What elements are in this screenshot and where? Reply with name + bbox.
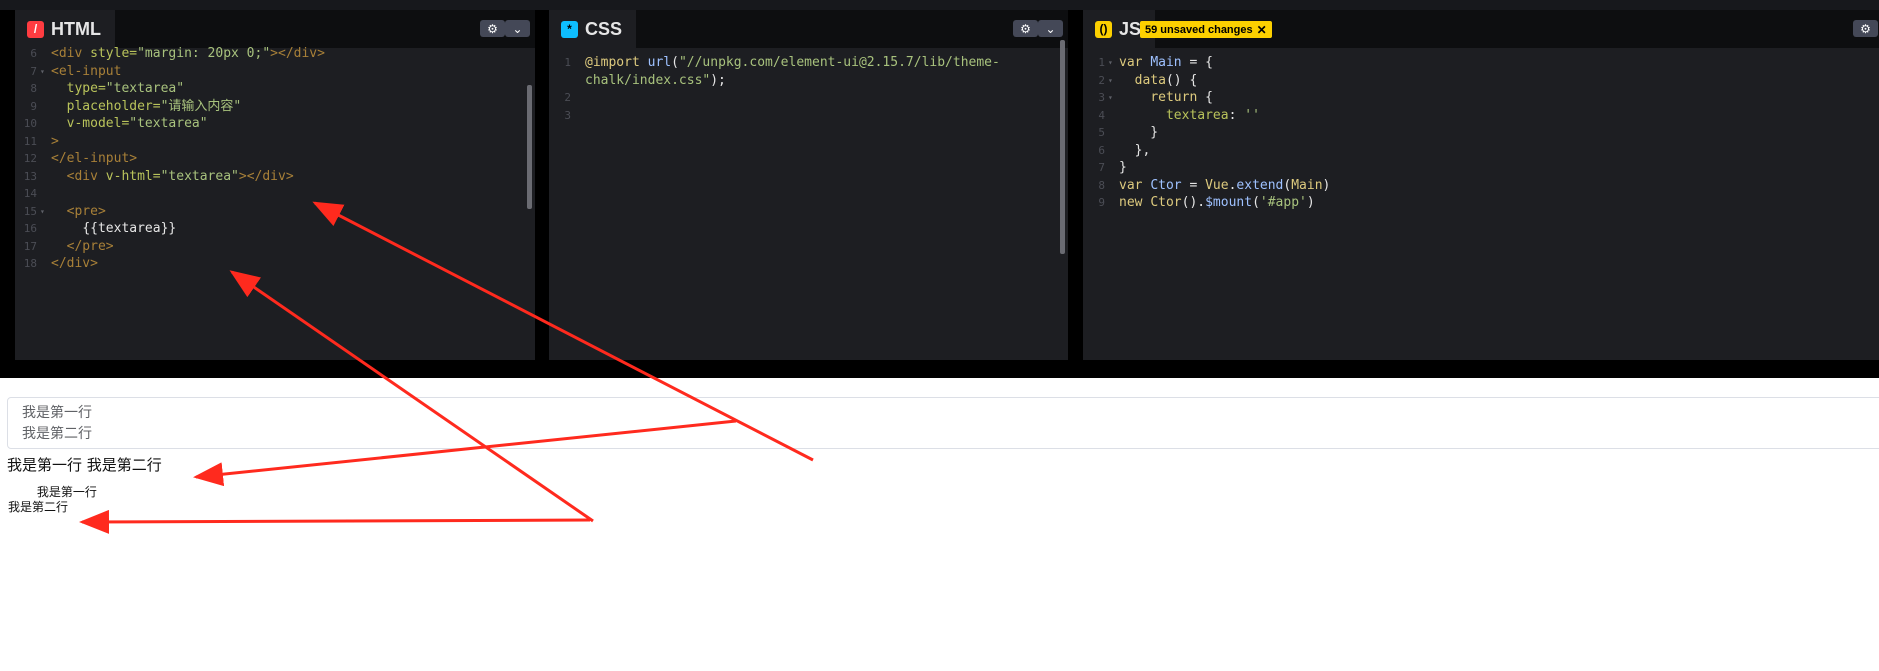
arrow-to-pre-output <box>79 509 591 534</box>
arrow-to-pre-code <box>229 270 594 523</box>
arrow-to-vhtml-output <box>193 419 737 487</box>
arrow-to-vhtml-code <box>312 201 814 462</box>
annotation-arrows <box>79 201 814 534</box>
